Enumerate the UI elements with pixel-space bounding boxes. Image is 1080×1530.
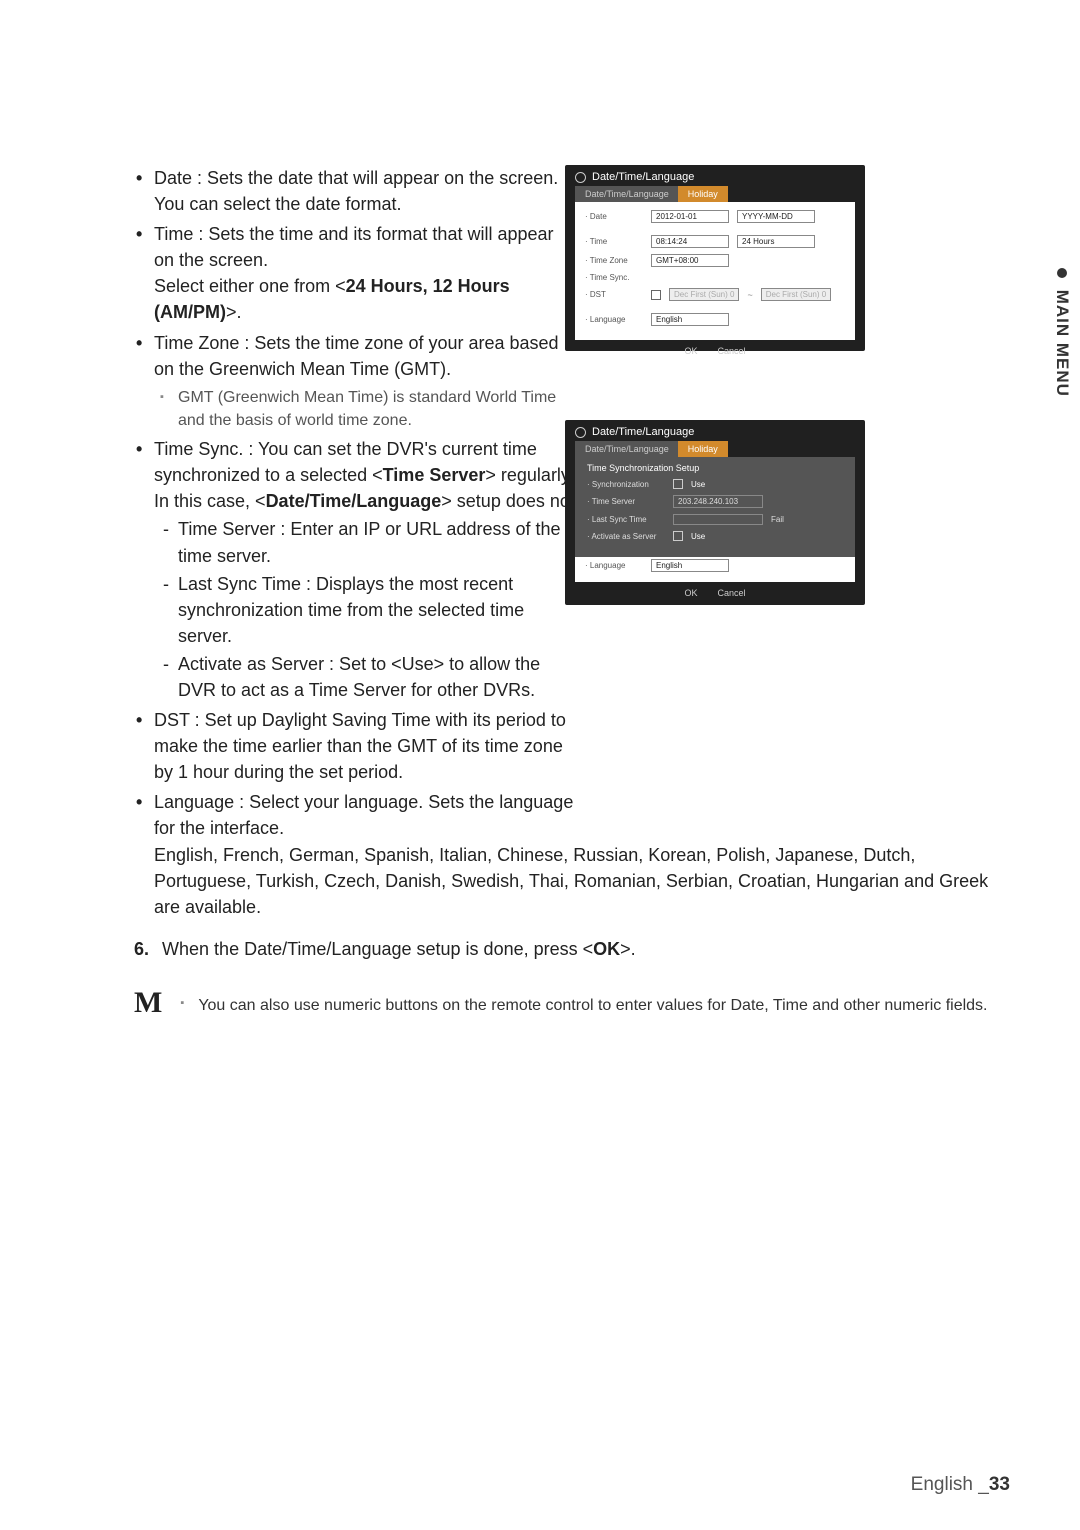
- tab-datetimelang[interactable]: Date/Time/Language: [575, 441, 679, 457]
- step-6: 6. When the Date/Time/Language setup is …: [130, 936, 1010, 962]
- label-sync: · Synchronization: [587, 480, 665, 489]
- label-activate: · Activate as Server: [587, 532, 665, 541]
- popup-title: Time Synchronization Setup: [587, 463, 843, 473]
- field-timefmt[interactable]: 24 Hours: [737, 235, 815, 248]
- panel-title: Date/Time/Language: [565, 420, 865, 441]
- field-date[interactable]: 2012-01-01: [651, 210, 729, 223]
- screenshot-timesync-panel: Date/Time/Language Date/Time/Language Ho…: [565, 420, 865, 605]
- sync-use: Use: [691, 480, 705, 489]
- side-tab: MAIN MENU: [1052, 268, 1072, 397]
- tab-holiday[interactable]: Holiday: [678, 186, 728, 202]
- bullet-language: Language : Select your language. Sets th…: [154, 789, 1010, 919]
- tab-datetimelang[interactable]: Date/Time/Language: [575, 186, 679, 202]
- label-dst: · DST: [585, 290, 643, 299]
- label-date: · Date: [585, 212, 643, 221]
- tab-holiday[interactable]: Holiday: [678, 441, 728, 457]
- tilde-icon: ~: [747, 290, 752, 300]
- bullet-icon: [1057, 268, 1067, 278]
- label-time: · Time: [585, 237, 643, 246]
- field-timeserver[interactable]: 203.248.240.103: [673, 495, 763, 508]
- m-note: M You can also use numeric buttons on th…: [130, 988, 1010, 1018]
- field-time[interactable]: 08:14:24: [651, 235, 729, 248]
- note-gmt: GMT (Greenwich Mean Time) is standard Wo…: [178, 386, 574, 432]
- m-note-text: You can also use numeric buttons on the …: [180, 988, 987, 1017]
- ok-button[interactable]: OK: [684, 588, 697, 598]
- sub-activate: Activate as Server : Set to <Use> to all…: [178, 651, 574, 703]
- label-timesync: · Time Sync.: [585, 273, 643, 282]
- bullet-date: Date : Sets the date that will appear on…: [154, 165, 574, 217]
- cancel-button[interactable]: Cancel: [718, 588, 746, 598]
- note-m-icon: M: [134, 988, 162, 1018]
- page-footer: English _33: [911, 1474, 1010, 1496]
- bullet-time: Time : Sets the time and its format that…: [154, 221, 574, 325]
- field-dst-from[interactable]: Dec First (Sun) 0: [669, 288, 739, 301]
- side-tab-text: MAIN MENU: [1053, 290, 1072, 397]
- label-language: · Language: [585, 315, 643, 324]
- label-lastsync: · Last Sync Time: [587, 515, 665, 524]
- field-dst-to[interactable]: Dec First (Sun) 0: [761, 288, 831, 301]
- field-language[interactable]: English: [651, 313, 729, 326]
- globe-icon: [575, 427, 586, 438]
- bullet-dst: DST : Set up Daylight Saving Time with i…: [154, 707, 574, 785]
- ok-button[interactable]: OK: [684, 346, 697, 356]
- checkbox-dst[interactable]: [651, 290, 661, 300]
- bullet-timezone: Time Zone : Sets the time zone of your a…: [154, 330, 574, 433]
- screenshot-datetime-panel: Date/Time/Language Date/Time/Language Ho…: [565, 165, 865, 351]
- panel-tabs: Date/Time/Language Holiday: [565, 441, 865, 457]
- label-language: · Language: [585, 561, 643, 570]
- sub-timeserver: Time Server : Enter an IP or URL address…: [178, 516, 574, 568]
- sub-lastsync: Last Sync Time : Displays the most recen…: [178, 571, 574, 649]
- panel-tabs: Date/Time/Language Holiday: [565, 186, 865, 202]
- activate-use: Use: [691, 532, 705, 541]
- globe-icon: [575, 172, 586, 183]
- field-language[interactable]: English: [651, 559, 729, 572]
- label-timeserver: · Time Server: [587, 497, 665, 506]
- checkbox-activate[interactable]: [673, 531, 683, 541]
- checkbox-sync[interactable]: [673, 479, 683, 489]
- field-datefmt[interactable]: YYYY-MM-DD: [737, 210, 815, 223]
- field-timezone[interactable]: GMT+08:00: [651, 254, 729, 267]
- label-timezone: · Time Zone: [585, 256, 643, 265]
- cancel-button[interactable]: Cancel: [718, 346, 746, 356]
- panel-title: Date/Time/Language: [565, 165, 865, 186]
- lastsync-status: Fail: [771, 515, 784, 524]
- field-lastsync: [673, 514, 763, 525]
